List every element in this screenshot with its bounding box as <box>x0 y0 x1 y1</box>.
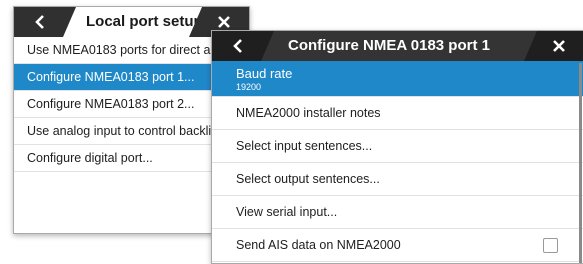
send-ais-label: Send AIS data on NMEA2000 <box>236 238 401 252</box>
close-icon <box>218 16 230 28</box>
dialog-back-button[interactable] <box>212 31 274 61</box>
local-title: Local port setup <box>86 13 203 30</box>
send-ais-checkbox[interactable] <box>543 238 558 253</box>
baud-rate-label: Baud rate <box>236 66 293 81</box>
chevron-left-icon <box>232 38 244 54</box>
back-button[interactable] <box>14 7 76 37</box>
menu-item-view-serial-input[interactable]: View serial input... <box>212 196 583 229</box>
dialog-scrollbar[interactable] <box>579 63 582 263</box>
menu-item-installer-notes[interactable]: NMEA2000 installer notes <box>212 97 583 130</box>
dialog-titlebar: Configure NMEA 0183 port 1 <box>212 31 583 61</box>
chevron-left-icon <box>34 14 46 30</box>
menu-item-input-sentences[interactable]: Select input sentences... <box>212 130 583 163</box>
baud-rate-value: 19200 <box>236 82 262 92</box>
dialog-close-button[interactable] <box>524 31 583 61</box>
baud-rate-item[interactable]: Baud rate 19200 <box>212 61 583 97</box>
dialog-title: Configure NMEA 0183 port 1 <box>288 37 490 54</box>
configure-nmea-port-dialog: Configure NMEA 0183 port 1 Baud rate 192… <box>211 30 583 264</box>
menu-item-output-sentences[interactable]: Select output sentences... <box>212 163 583 196</box>
close-icon <box>553 40 565 52</box>
menu-item-send-ais[interactable]: Send AIS data on NMEA2000 <box>212 229 583 262</box>
